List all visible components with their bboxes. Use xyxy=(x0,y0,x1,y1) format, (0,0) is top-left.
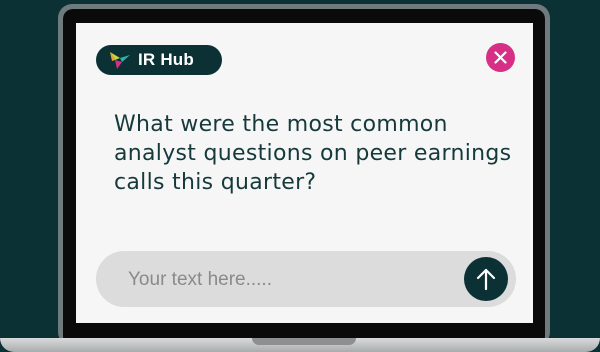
app-logo: IR Hub xyxy=(96,45,222,75)
arrow-up-icon xyxy=(476,268,496,291)
chat-input[interactable] xyxy=(126,263,450,297)
app-window: IR Hub What were the most common analyst… xyxy=(76,23,533,323)
logo-mark-icon xyxy=(110,52,130,69)
logo-text: IR Hub xyxy=(138,50,194,69)
laptop-base-notch xyxy=(252,338,356,345)
question-text: What were the most common analyst questi… xyxy=(114,112,512,195)
close-icon xyxy=(494,51,507,64)
close-button[interactable] xyxy=(486,43,515,72)
send-button[interactable] xyxy=(464,257,508,301)
chat-input-bar xyxy=(96,251,516,307)
